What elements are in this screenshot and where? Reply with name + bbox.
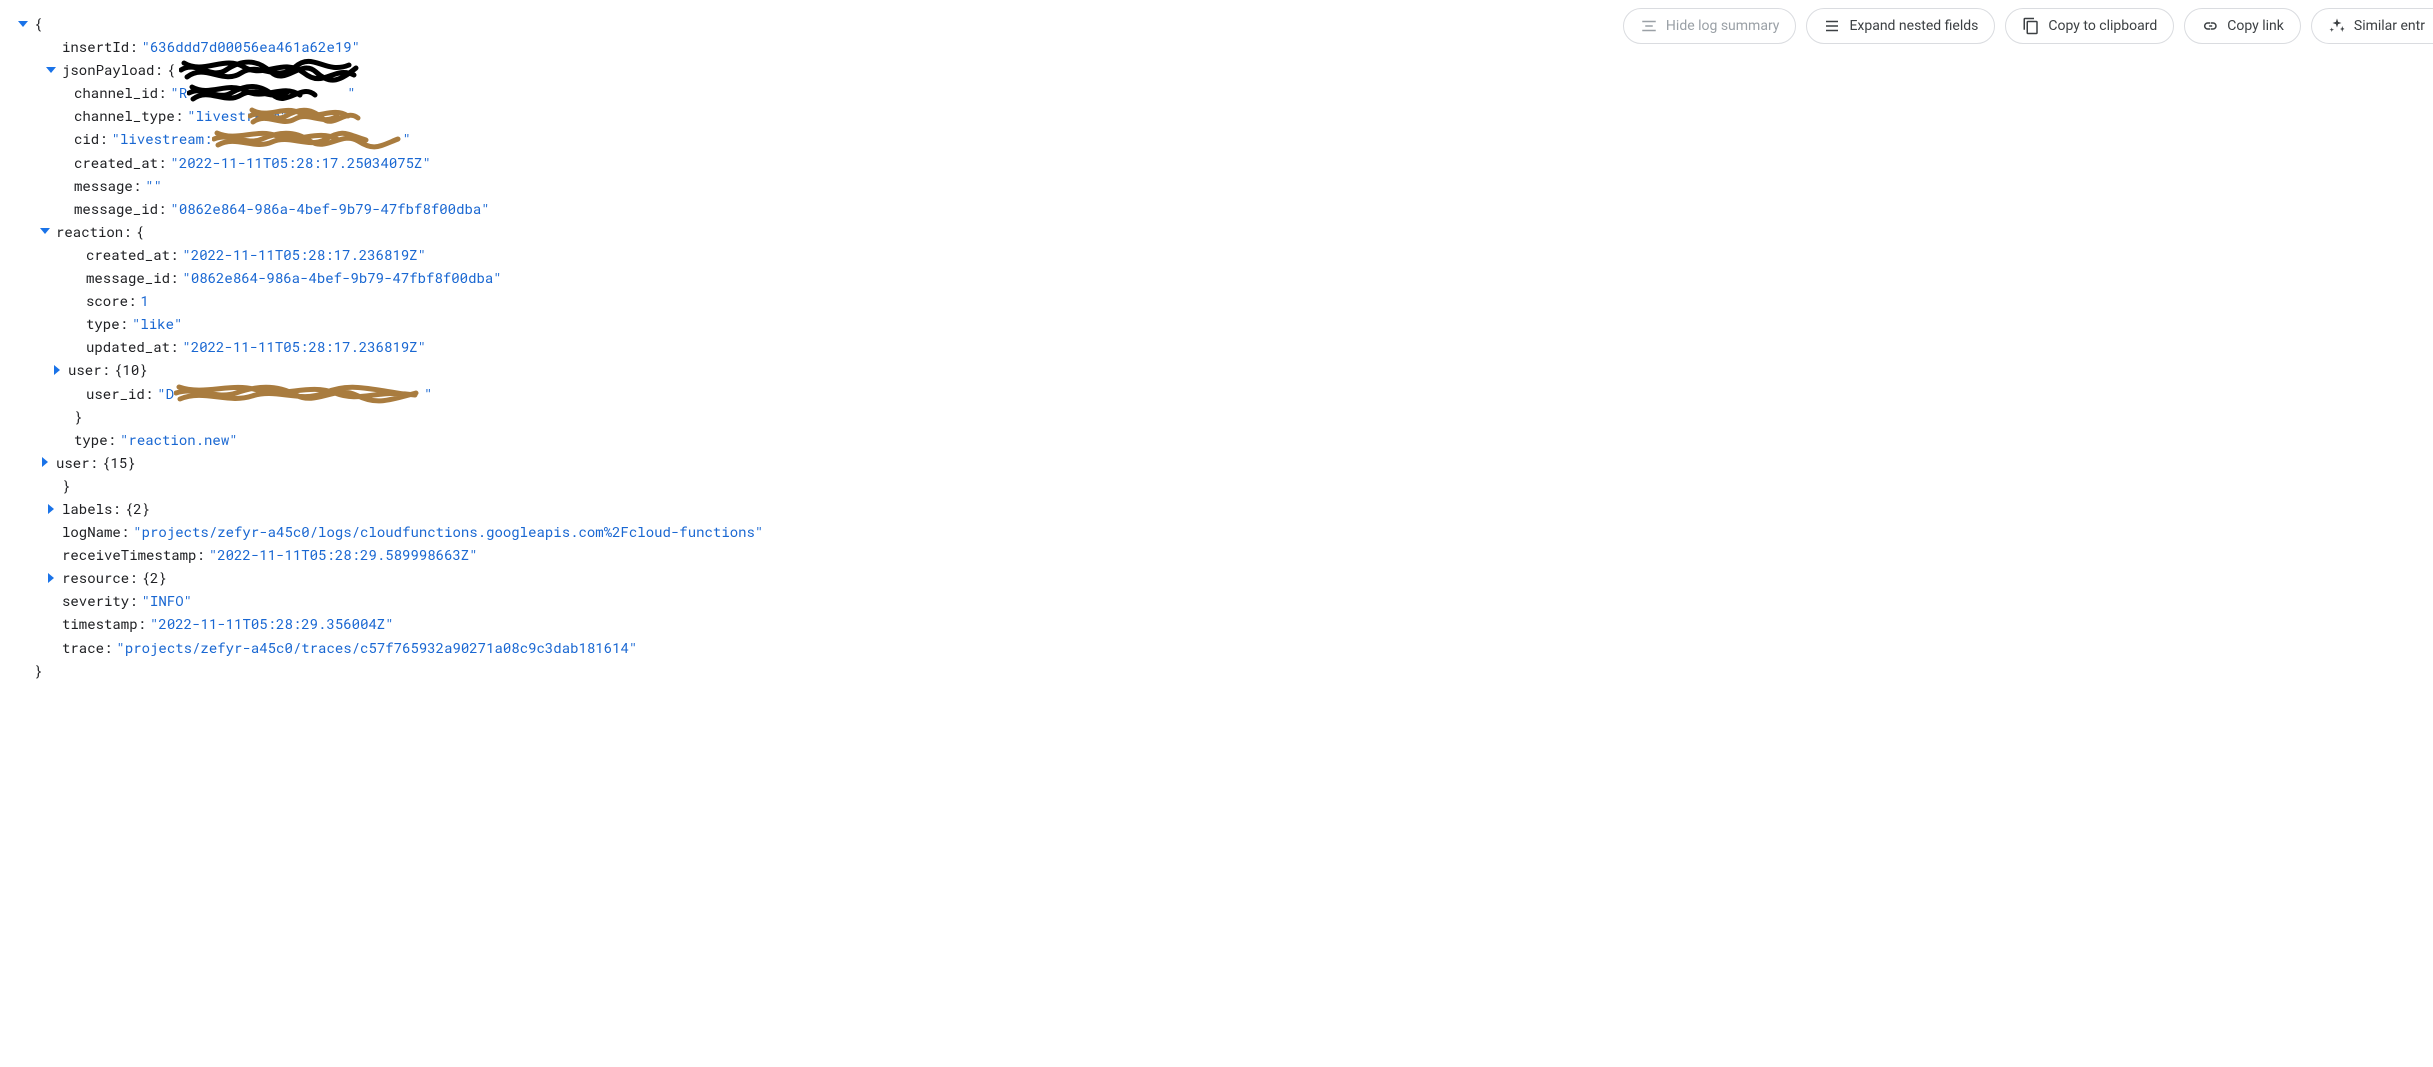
- chevron-right-icon[interactable]: [44, 502, 58, 516]
- field-channel-id[interactable]: channel_id "R ": [6, 81, 2433, 104]
- redaction-scribble: [212, 130, 402, 148]
- field-jsonPayload[interactable]: jsonPayload {: [6, 58, 2433, 81]
- chevron-down-icon[interactable]: [38, 224, 52, 238]
- field-severity[interactable]: severity "INFO": [6, 589, 2433, 612]
- field-cid[interactable]: cid "livestream: ": [6, 127, 2433, 150]
- expand-icon: [1823, 17, 1841, 35]
- expand-nested-label: Expand nested fields: [1849, 18, 1978, 34]
- field-timestamp[interactable]: timestamp "2022-11-11T05:28:29.356004Z": [6, 612, 2433, 635]
- field-user[interactable]: user {15}: [6, 451, 2433, 474]
- log-json-tree: { insertId "636ddd7d00056ea461a62e19" js…: [0, 0, 2433, 702]
- redaction-scribble: [248, 107, 368, 125]
- hide-log-summary-label: Hide log summary: [1666, 18, 1780, 34]
- field-logName[interactable]: logName "projects/zefyr-a45c0/logs/cloud…: [6, 520, 2433, 543]
- log-actions-toolbar: Hide log summary Expand nested fields Co…: [1623, 8, 2433, 44]
- field-channel-type[interactable]: channel_type "livestream": [6, 104, 2433, 127]
- redaction-scribble: [179, 60, 359, 80]
- chevron-down-icon[interactable]: [44, 63, 58, 77]
- field-resource[interactable]: resource {2}: [6, 566, 2433, 589]
- copy-link-button[interactable]: Copy link: [2184, 8, 2301, 44]
- field-type[interactable]: type "reaction.new": [6, 428, 2433, 451]
- field-receiveTimestamp[interactable]: receiveTimestamp "2022-11-11T05:28:29.58…: [6, 543, 2433, 566]
- hide-log-summary-button: Hide log summary: [1623, 8, 1797, 44]
- field-created-at[interactable]: created_at "2022-11-11T05:28:17.25034075…: [6, 151, 2433, 174]
- root-close-brace: }: [6, 659, 2433, 682]
- field-reaction-created-at[interactable]: created_at "2022-11-11T05:28:17.236819Z": [6, 243, 2433, 266]
- similar-entries-label: Similar entr: [2354, 18, 2425, 34]
- copy-link-label: Copy link: [2227, 18, 2284, 34]
- field-labels[interactable]: labels {2}: [6, 497, 2433, 520]
- copy-clipboard-label: Copy to clipboard: [2048, 18, 2157, 34]
- field-reaction-score[interactable]: score 1: [6, 289, 2433, 312]
- jsonPayload-close-brace: }: [6, 474, 2433, 497]
- redaction-scribble: [174, 384, 424, 402]
- expand-nested-button[interactable]: Expand nested fields: [1806, 8, 1995, 44]
- field-reaction-message-id[interactable]: message_id "0862e864-986a-4bef-9b79-47fb…: [6, 266, 2433, 289]
- hide-summary-icon: [1640, 17, 1658, 35]
- copy-clipboard-button[interactable]: Copy to clipboard: [2005, 8, 2174, 44]
- field-reaction[interactable]: reaction {: [6, 220, 2433, 243]
- chevron-right-icon[interactable]: [38, 455, 52, 469]
- field-trace[interactable]: trace "projects/zefyr-a45c0/traces/c57f7…: [6, 636, 2433, 659]
- field-reaction-updated-at[interactable]: updated_at "2022-11-11T05:28:17.236819Z": [6, 335, 2433, 358]
- reaction-close-brace: }: [6, 405, 2433, 428]
- field-message-id[interactable]: message_id "0862e864-986a-4bef-9b79-47fb…: [6, 197, 2433, 220]
- field-reaction-type[interactable]: type "like": [6, 312, 2433, 335]
- chevron-down-icon[interactable]: [16, 17, 30, 31]
- field-message[interactable]: message "": [6, 174, 2433, 197]
- chevron-right-icon[interactable]: [44, 571, 58, 585]
- similar-entries-button[interactable]: Similar entr: [2311, 8, 2433, 44]
- sparkle-icon: [2328, 17, 2346, 35]
- link-icon: [2201, 17, 2219, 35]
- field-reaction-user-id[interactable]: user_id "D ": [6, 382, 2433, 405]
- chevron-right-icon[interactable]: [50, 363, 64, 377]
- copy-icon: [2022, 17, 2040, 35]
- field-reaction-user[interactable]: user {10}: [6, 358, 2433, 381]
- redaction-scribble: [187, 84, 347, 102]
